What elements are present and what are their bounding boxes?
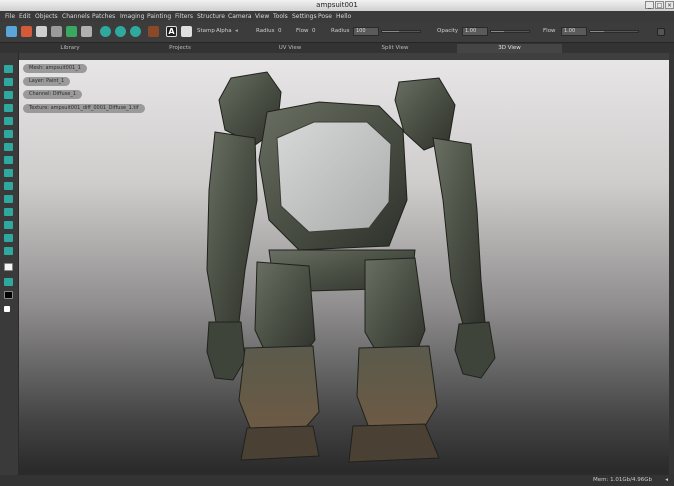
- tab-split-view[interactable]: Split View: [355, 44, 435, 53]
- reset-colors-icon[interactable]: [4, 306, 10, 312]
- menu-filters[interactable]: Filters: [175, 13, 193, 20]
- toolbar: A Stamp Alpha ◂ Radius 0 Flow 0 Radius 1…: [0, 22, 674, 43]
- select-tool-icon[interactable]: [4, 65, 13, 73]
- falloff-input[interactable]: 100: [353, 27, 379, 36]
- menu-pose[interactable]: Pose: [318, 13, 332, 20]
- falloff-slider-fill: [382, 31, 400, 32]
- title-bar: ampsuit001 _ □ ×: [0, 0, 674, 11]
- opacity-label: Opacity: [437, 28, 459, 34]
- maximize-button[interactable]: □: [655, 1, 664, 9]
- mech-left-leg: [238, 261, 320, 461]
- menu-channels[interactable]: Channels: [62, 13, 90, 20]
- swap-colors-icon[interactable]: [4, 278, 13, 286]
- falloff-slider[interactable]: [381, 30, 421, 33]
- clone-tool-icon[interactable]: [4, 130, 13, 138]
- radius-value[interactable]: 0: [278, 28, 282, 34]
- menu-edit[interactable]: Edit: [19, 13, 31, 20]
- alpha-icon[interactable]: A: [166, 26, 177, 37]
- smear-tool-icon[interactable]: [4, 143, 13, 151]
- tab-projects[interactable]: Projects: [140, 44, 220, 53]
- stamp-label: Stamp: [197, 28, 215, 34]
- background-color-swatch[interactable]: [4, 291, 13, 299]
- toolbar-options-icon[interactable]: [657, 28, 665, 36]
- sponge-tool-icon[interactable]: [4, 208, 13, 216]
- menu-structure[interactable]: Structure: [197, 13, 225, 20]
- menu-bar: File Edit Objects Channels Patches Imagi…: [0, 11, 674, 22]
- dodge-tool-icon[interactable]: [4, 182, 13, 190]
- open-icon[interactable]: [21, 26, 32, 37]
- projection-icon[interactable]: [148, 26, 159, 37]
- mech-right-arm: [432, 137, 496, 379]
- tab-library[interactable]: Library: [30, 44, 110, 53]
- radius-label: Radius: [256, 28, 275, 34]
- menu-settings[interactable]: Settings: [292, 13, 317, 20]
- falloff-label: Radius: [331, 28, 350, 34]
- undo-icon[interactable]: [51, 26, 62, 37]
- menu-view[interactable]: View: [255, 13, 269, 20]
- tool-strip: [0, 53, 18, 475]
- minimize-button[interactable]: _: [645, 1, 654, 9]
- viewport-scrollbar[interactable]: [669, 53, 674, 475]
- redo-icon[interactable]: [66, 26, 77, 37]
- opacity-slider-fill: [491, 31, 505, 32]
- memory-usage: Mem: 1.01Gb/4.96Gb: [593, 477, 652, 483]
- burn-tool-icon[interactable]: [4, 195, 13, 203]
- new-icon[interactable]: [6, 26, 17, 37]
- mech-model: [206, 71, 496, 463]
- 3d-viewport[interactable]: Mesh: ampsuit001_1 Layer: Paint_1 Channe…: [19, 60, 669, 471]
- scale-tool-icon[interactable]: [4, 104, 13, 112]
- foreground-color-swatch[interactable]: [4, 263, 13, 271]
- mech-cockpit: [258, 101, 408, 251]
- transform-icon[interactable]: [81, 26, 92, 37]
- menu-file[interactable]: File: [5, 13, 15, 20]
- flow2-label: Flow: [543, 28, 556, 34]
- menu-objects[interactable]: Objects: [35, 13, 58, 20]
- stamp-icon[interactable]: [181, 26, 192, 37]
- brush-mode-label[interactable]: Alpha: [216, 28, 232, 34]
- eyedropper-tool-icon[interactable]: [4, 221, 13, 229]
- menu-patches[interactable]: Patches: [92, 13, 115, 20]
- save-icon[interactable]: [36, 26, 47, 37]
- erase-icon[interactable]: [130, 26, 141, 37]
- close-button[interactable]: ×: [665, 1, 674, 9]
- viewport-header: [19, 53, 669, 60]
- paint-tool-icon[interactable]: [4, 117, 13, 125]
- flow2-input[interactable]: 1.00: [561, 27, 587, 36]
- clone-icon[interactable]: [115, 26, 126, 37]
- flow-label: Flow: [296, 28, 309, 34]
- brush-mode-arrow-icon[interactable]: ◂: [235, 28, 238, 34]
- menu-hello[interactable]: Hello: [336, 13, 351, 20]
- status-corner-icon[interactable]: ◂: [665, 477, 668, 483]
- menu-tools[interactable]: Tools: [273, 13, 288, 20]
- opacity-slider[interactable]: [490, 30, 530, 33]
- menu-painting[interactable]: Painting: [147, 13, 171, 20]
- window-title: ampsuit001: [316, 1, 358, 9]
- eraser-tool-icon[interactable]: [4, 169, 13, 177]
- flow2-slider-fill: [590, 31, 605, 32]
- tab-uv-view[interactable]: UV View: [250, 44, 330, 53]
- view-tabs: Library Projects UV View Split View 3D V…: [0, 43, 674, 53]
- paint-icon[interactable]: [100, 26, 111, 37]
- rotate-tool-icon[interactable]: [4, 91, 13, 99]
- blur-tool-icon[interactable]: [4, 156, 13, 164]
- opacity-input[interactable]: 1.00: [462, 27, 488, 36]
- fill-tool-icon[interactable]: [4, 234, 13, 242]
- mech-left-arm: [206, 131, 258, 381]
- menu-camera[interactable]: Camera: [228, 13, 252, 20]
- flow2-slider[interactable]: [589, 30, 639, 33]
- move-tool-icon[interactable]: [4, 78, 13, 86]
- menu-imaging[interactable]: Imaging: [120, 13, 144, 20]
- flow-value[interactable]: 0: [312, 28, 316, 34]
- gradient-tool-icon[interactable]: [4, 247, 13, 255]
- tab-3d-view[interactable]: 3D View: [457, 44, 562, 53]
- status-bar: Mem: 1.01Gb/4.96Gb ◂: [0, 475, 674, 486]
